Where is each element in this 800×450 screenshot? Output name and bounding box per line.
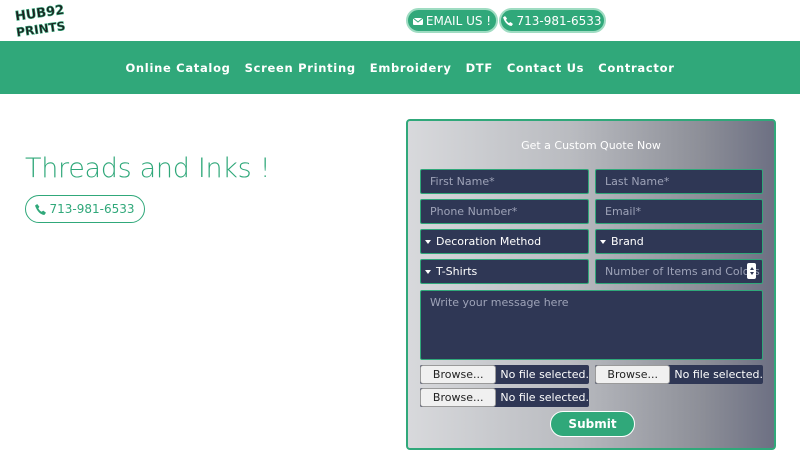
phone-number-placeholder: Phone Number* (430, 205, 518, 218)
hero-phone-label: 713-981-6533 (49, 202, 135, 216)
file-upload-1: Browse... No file selected. (420, 365, 589, 384)
brand-select[interactable]: Brand (595, 229, 763, 254)
first-name-placeholder: First Name* (430, 175, 495, 188)
quote-form-title: Get a Custom Quote Now (521, 139, 661, 152)
last-name-placeholder: Last Name* (605, 175, 670, 188)
browse-button[interactable]: Browse... (420, 388, 497, 407)
file-name-label: No file selected. (500, 391, 589, 404)
quantity-placeholder: Number of Items and Colors (605, 265, 760, 278)
top-bar: HUB92 PRINTS EMAIL US ! 713-981-6533 (0, 0, 800, 41)
nav-online-catalog[interactable]: Online Catalog (125, 61, 230, 75)
envelope-icon (412, 17, 423, 25)
email-field[interactable]: Email* (595, 199, 763, 224)
file-upload-2: Browse... No file selected. (595, 365, 763, 384)
phone-icon (503, 15, 514, 26)
hub92-prints-logo[interactable]: HUB92 PRINTS (12, 2, 72, 40)
product-type-value: T-Shirts (436, 265, 478, 278)
browse-button[interactable]: Browse... (420, 365, 497, 384)
nav-screen-printing[interactable]: Screen Printing (245, 61, 356, 75)
product-type-select[interactable]: T-Shirts (420, 259, 589, 284)
caret-down-icon (425, 239, 431, 244)
brand-value: Brand (611, 235, 644, 248)
nav-contact-us[interactable]: Contact Us (507, 61, 584, 75)
file-name-label: No file selected. (674, 368, 763, 381)
hero-title: Threads and Inks ! (25, 153, 271, 184)
quantity-field[interactable]: Number of Items and Colors (595, 259, 763, 284)
decoration-method-value: Decoration Method (436, 235, 542, 248)
submit-button[interactable]: Submit (550, 411, 635, 437)
nav-dtf[interactable]: DTF (466, 61, 493, 75)
stepper-down-icon (749, 272, 754, 275)
decoration-method-select[interactable]: Decoration Method (420, 229, 589, 254)
quote-form: Get a Custom Quote Now First Name* Last … (406, 119, 776, 450)
hero-phone-button[interactable]: 713-981-6533 (25, 195, 145, 223)
nav-embroidery[interactable]: Embroidery (370, 61, 452, 75)
main-navigation: Online Catalog Screen Printing Embroider… (0, 41, 800, 94)
call-button[interactable]: 713-981-6533 (499, 8, 606, 33)
last-name-field[interactable]: Last Name* (595, 169, 763, 194)
nav-contractor[interactable]: Contractor (598, 61, 674, 75)
phone-icon (35, 203, 47, 215)
file-upload-3: Browse... No file selected. (420, 388, 589, 407)
caret-down-icon (600, 239, 606, 244)
caret-down-icon (425, 269, 431, 274)
message-placeholder: Write your message here (430, 296, 569, 309)
phone-number-field[interactable]: Phone Number* (420, 199, 589, 224)
first-name-field[interactable]: First Name* (420, 169, 589, 194)
call-button-label: 713-981-6533 (516, 13, 602, 28)
stepper-up-icon (749, 267, 754, 270)
quantity-stepper[interactable] (747, 263, 756, 279)
email-placeholder: Email* (605, 205, 642, 218)
email-us-button[interactable]: EMAIL US ! (406, 8, 498, 33)
browse-button[interactable]: Browse... (595, 365, 671, 384)
file-name-label: No file selected. (500, 368, 589, 381)
email-us-label: EMAIL US ! (425, 13, 492, 28)
message-textarea[interactable]: Write your message here (420, 290, 763, 360)
